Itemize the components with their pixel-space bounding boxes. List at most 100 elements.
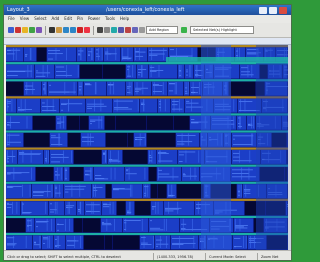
metal-wire (48, 53, 63, 55)
metal-wire (48, 58, 54, 60)
via-icon[interactable] (118, 27, 124, 33)
metal-wire (68, 201, 70, 214)
menu-select[interactable]: Select (34, 15, 46, 23)
standard-cell (151, 201, 164, 216)
copy-icon[interactable] (36, 27, 42, 33)
redo-icon[interactable] (56, 27, 62, 33)
metal-wire (191, 122, 199, 124)
highlight-icon[interactable] (125, 27, 131, 33)
pan-icon[interactable] (84, 27, 90, 33)
metal-wire (156, 239, 162, 241)
metal-wire (15, 48, 17, 61)
layer-icon[interactable] (132, 27, 138, 33)
metal-wire (235, 227, 248, 229)
metal-wire (63, 150, 65, 163)
menu-power[interactable]: Power (88, 15, 100, 23)
open-icon[interactable] (8, 27, 14, 33)
metal-wire (155, 201, 157, 214)
metal-wire (244, 190, 251, 192)
standard-cell (33, 115, 56, 130)
menu-add[interactable]: Add (52, 15, 60, 23)
metal-wire (77, 65, 79, 78)
metal-wire (8, 133, 10, 146)
metal-wire (173, 99, 175, 112)
metal-wire (51, 218, 52, 231)
metal-wire (33, 191, 51, 193)
metal-wire (254, 235, 255, 248)
metal-wire (25, 54, 28, 55)
metal-wire (12, 201, 13, 214)
standard-cell (60, 98, 86, 113)
metal-wire (87, 105, 107, 107)
metal-wire (238, 126, 242, 127)
metal-wire (46, 184, 48, 197)
layout-drawing[interactable] (6, 45, 288, 250)
status-bar: Click or drag to select; SHIFT to select… (4, 250, 291, 260)
app-window: Layout_3 /users/conexia_left/conexia_lef… (3, 4, 292, 261)
metal-wire (25, 55, 27, 57)
metal-wire (7, 243, 17, 245)
save-icon[interactable] (15, 27, 21, 33)
zoom-in-icon[interactable] (63, 27, 69, 33)
metal-wire (144, 184, 146, 197)
power-rail (6, 130, 288, 133)
metal-wire (30, 48, 32, 61)
menu-edit[interactable]: Edit (64, 15, 72, 23)
zoom-fit-icon[interactable] (77, 27, 83, 33)
metal-wire (141, 244, 152, 245)
vertical-scrollbar[interactable] (288, 45, 291, 250)
highlighted-net (166, 57, 288, 63)
metal-wire (193, 235, 195, 248)
metal-wire (51, 184, 53, 197)
metal-wire (164, 99, 166, 112)
metal-wire (96, 53, 98, 55)
view-select[interactable]: Selected Net(s) Highlight (190, 26, 254, 34)
standard-cell (6, 218, 26, 233)
metal-wire (49, 235, 50, 248)
select-icon[interactable] (97, 27, 103, 33)
minimize-window-icon[interactable] (259, 6, 267, 14)
metal-wire (80, 235, 81, 248)
metal-wire (55, 171, 57, 173)
menu-tools[interactable]: Tools (105, 15, 115, 23)
cut-icon[interactable] (29, 27, 35, 33)
region-select[interactable]: Add Region (146, 26, 178, 34)
power-rail (6, 181, 288, 184)
metal-wire (93, 184, 94, 197)
routing-channel (256, 45, 288, 250)
power-rail (6, 232, 288, 236)
maximize-window-icon[interactable] (269, 6, 277, 14)
metal-wire (85, 174, 91, 176)
metal-wire (65, 185, 86, 187)
menu-pin[interactable]: Pin (77, 15, 83, 23)
metal-wire (90, 119, 103, 121)
metal-wire (141, 237, 146, 238)
metal-wire (103, 203, 108, 205)
close-window-icon[interactable] (279, 6, 287, 14)
zoom-out-icon[interactable] (70, 27, 76, 33)
metal-wire (114, 107, 129, 108)
metal-wire (91, 201, 93, 214)
metal-wire (87, 107, 93, 109)
menu-help[interactable]: Help (120, 15, 129, 23)
standard-cell (86, 98, 113, 113)
metal-wire (88, 53, 90, 55)
menu-file[interactable]: File (8, 15, 15, 23)
standard-cell (128, 132, 134, 147)
refresh-icon[interactable] (139, 27, 145, 33)
standard-cell (67, 115, 80, 130)
standard-cell (101, 218, 123, 233)
measure-icon[interactable] (104, 27, 110, 33)
metal-wire (56, 71, 66, 72)
apply-icon[interactable] (181, 27, 187, 33)
metal-wire (180, 65, 182, 78)
metal-wire (105, 53, 112, 55)
metal-wire (56, 201, 58, 214)
print-icon[interactable] (22, 27, 28, 33)
metal-wire (198, 150, 200, 163)
layout-canvas[interactable] (6, 45, 288, 250)
wire-icon[interactable] (111, 27, 117, 33)
menu-view[interactable]: View (20, 15, 30, 23)
metal-wire (163, 218, 165, 231)
undo-icon[interactable] (49, 27, 55, 33)
